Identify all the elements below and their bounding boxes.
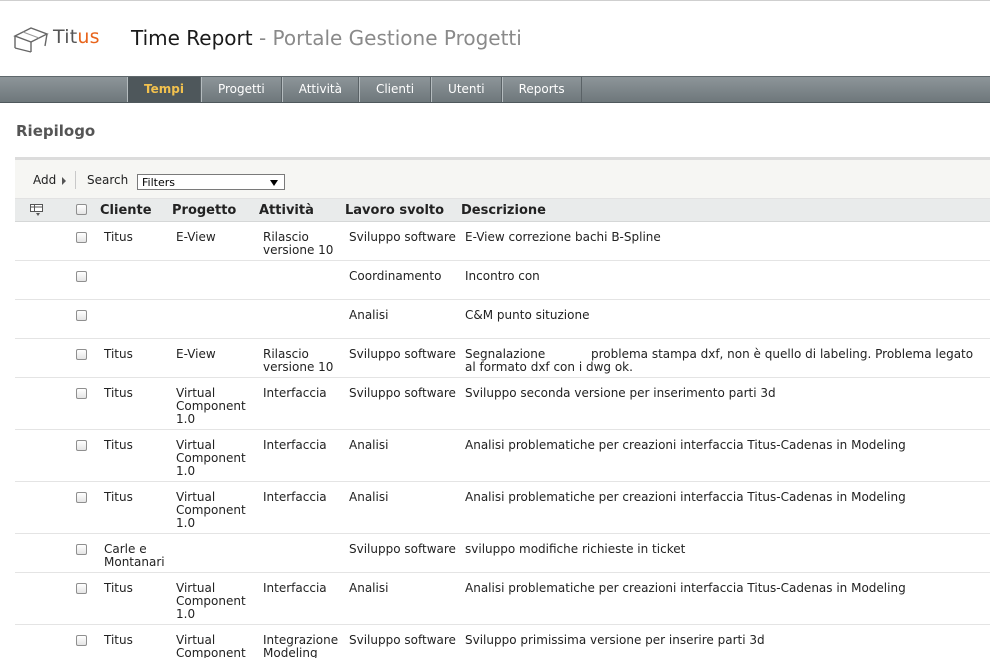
cell-lavoro: Sviluppo software [349, 347, 456, 361]
tab-progetti[interactable]: Progetti [200, 77, 282, 102]
cell-cliente: Titus [104, 230, 133, 244]
cell-descrizione: Sviluppo primissima versione per inserir… [465, 633, 765, 647]
cell-cliente: Titus [104, 490, 133, 504]
table-row[interactable]: Titus Virtual Component 1.0 Interfaccia … [15, 482, 990, 534]
main-nav: Tempi Progetti Attività Clienti Utenti R… [0, 76, 990, 103]
column-header-descrizione[interactable]: Descrizione [461, 203, 546, 218]
row-checkbox[interactable] [76, 349, 87, 360]
row-checkbox[interactable] [76, 583, 87, 594]
cell-descrizione: Segnalazione problema stampa dxf, non è … [465, 347, 977, 374]
table-row[interactable]: Coordinamento Incontro con [15, 261, 990, 300]
titus-logo[interactable]: Titus [11, 22, 111, 56]
cell-attivita: Integrazione Modeling [263, 633, 339, 658]
cell-lavoro: Sviluppo software [349, 386, 456, 400]
table-row[interactable]: Titus Virtual Component 1.0 Interfaccia … [15, 378, 990, 430]
search-label: Search [87, 173, 129, 187]
column-header-attivita[interactable]: Attività [259, 203, 314, 218]
toolbar: Add Search Filters [15, 160, 990, 199]
section-title: Riepilogo [16, 122, 96, 140]
filters-select[interactable]: Filters [137, 174, 285, 190]
cell-lavoro: Sviluppo software [349, 542, 456, 556]
cell-attivita: Interfaccia [263, 490, 327, 504]
app-title: Time Report - Portale Gestione Progetti [131, 26, 522, 50]
cell-lavoro: Analisi [349, 581, 389, 595]
cell-attivita: Rilascio versione 10 [263, 347, 334, 374]
logo-text-accent: us [77, 26, 100, 48]
cell-descrizione: Analisi problematiche per creazioni inte… [465, 581, 906, 595]
cell-lavoro: Sviluppo software [349, 633, 456, 647]
cell-descrizione: Analisi problematiche per creazioni inte… [465, 438, 906, 452]
chevron-right-icon [62, 176, 67, 185]
tab-tempi[interactable]: Tempi [127, 77, 201, 102]
column-header-cliente[interactable]: Cliente [100, 203, 152, 218]
logo-text: Titus [53, 26, 100, 48]
table-row[interactable]: Titus E-View Rilascio versione 10 Svilup… [15, 339, 990, 378]
table-body: Titus E-View Rilascio versione 10 Svilup… [15, 222, 990, 658]
row-checkbox[interactable] [76, 492, 87, 503]
row-checkbox[interactable] [76, 310, 87, 321]
cell-cliente: Titus [104, 347, 133, 361]
add-label: Add [33, 173, 57, 187]
cell-progetto: E-View [176, 347, 216, 361]
report-panel: Add Search Filters Cliente Progetto Atti… [15, 157, 990, 658]
table-row[interactable]: Titus Virtual Component Integrazione Mod… [15, 625, 990, 658]
tab-utenti[interactable]: Utenti [431, 77, 502, 102]
cell-lavoro: Sviluppo software [349, 230, 456, 244]
cell-lavoro: Analisi [349, 438, 389, 452]
cell-cliente: Titus [104, 386, 133, 400]
logo-text-prefix: Tit [53, 26, 78, 48]
cell-progetto: Virtual Component 1.0 [176, 438, 246, 478]
table-row[interactable]: Titus E-View Rilascio versione 10 Svilup… [15, 222, 990, 261]
cell-cliente: Titus [104, 438, 133, 452]
row-checkbox[interactable] [76, 440, 87, 451]
row-checkbox[interactable] [76, 635, 87, 646]
column-settings-icon[interactable] [30, 204, 43, 216]
row-checkbox[interactable] [76, 232, 87, 243]
tab-reports[interactable]: Reports [501, 77, 582, 102]
row-checkbox[interactable] [76, 271, 87, 282]
table-header: Cliente Progetto Attività Lavoro svolto … [15, 199, 990, 222]
cell-lavoro: Analisi [349, 490, 389, 504]
top-border [0, 0, 990, 1]
cell-descrizione: C&M punto situzione [465, 308, 590, 322]
tab-attivita[interactable]: Attività [281, 77, 359, 102]
cell-attivita: Rilascio versione 10 [263, 230, 334, 257]
column-header-lavoro[interactable]: Lavoro svolto [345, 203, 444, 218]
cell-descrizione: Analisi problematiche per creazioni inte… [465, 490, 906, 504]
cell-progetto: Virtual Component 1.0 [176, 581, 246, 621]
row-checkbox[interactable] [76, 544, 87, 555]
table-row[interactable]: Titus Virtual Component 1.0 Interfaccia … [15, 573, 990, 625]
cell-attivita: Interfaccia [263, 581, 327, 595]
cell-lavoro: Analisi [349, 308, 389, 322]
cell-progetto: E-View [176, 230, 216, 244]
table-row[interactable]: Analisi C&M punto situzione [15, 300, 990, 339]
column-header-progetto[interactable]: Progetto [172, 203, 236, 218]
cell-progetto: Virtual Component 1.0 [176, 490, 246, 530]
cell-descrizione: Incontro con [465, 269, 540, 283]
table-row[interactable]: Carle e Montanari Sviluppo software svil… [15, 534, 990, 573]
cell-descrizione: sviluppo modifiche richieste in ticket [465, 542, 686, 556]
chevron-down-icon [270, 180, 278, 186]
tab-clienti[interactable]: Clienti [358, 77, 432, 102]
cell-cliente: Titus [104, 633, 133, 647]
cell-descrizione: E-View correzione bachi B-Spline [465, 230, 661, 244]
add-button[interactable]: Add [33, 173, 67, 187]
cell-descrizione: Sviluppo seconda versione per inseriment… [465, 386, 776, 400]
filters-select-value: Filters [142, 176, 175, 189]
cell-progetto: Virtual Component [176, 633, 246, 658]
cell-cliente: Carle e Montanari [104, 542, 165, 569]
row-checkbox[interactable] [76, 388, 87, 399]
cell-cliente: Titus [104, 581, 133, 595]
table-row[interactable]: Titus Virtual Component 1.0 Interfaccia … [15, 430, 990, 482]
cell-lavoro: Coordinamento [349, 269, 442, 283]
select-all-checkbox[interactable] [76, 204, 87, 215]
toolbar-separator [75, 171, 76, 189]
logo-icon [13, 27, 49, 53]
cell-attivita: Interfaccia [263, 438, 327, 452]
cell-attivita: Interfaccia [263, 386, 327, 400]
app-title-sub: - Portale Gestione Progetti [252, 26, 522, 50]
cell-progetto: Virtual Component 1.0 [176, 386, 246, 426]
app-title-main: Time Report [131, 26, 253, 50]
